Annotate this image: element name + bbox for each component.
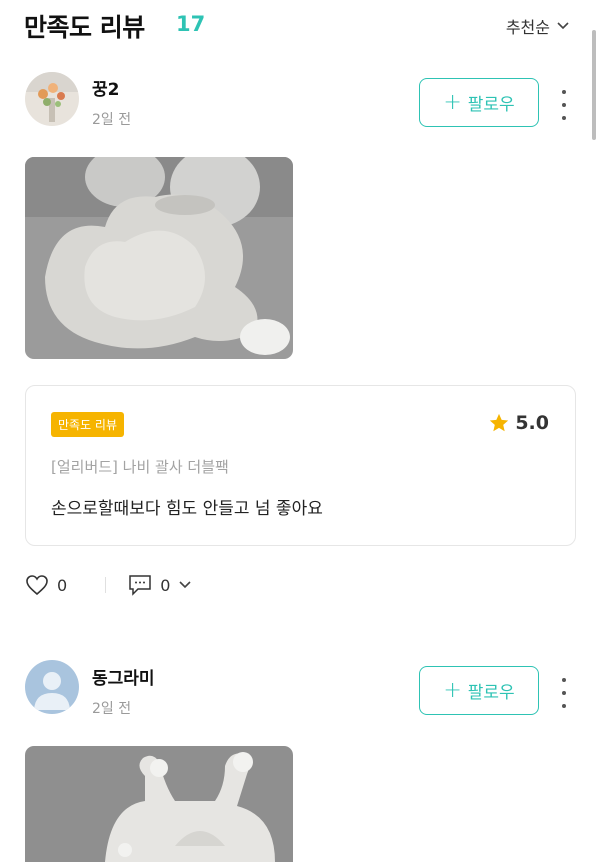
sort-label: 추천순 [505, 18, 550, 37]
review-photo[interactable] [25, 746, 293, 862]
default-avatar-icon [25, 660, 79, 714]
comment-icon [129, 575, 151, 596]
section-title: 만족도 리뷰 [24, 13, 145, 42]
more-options-icon[interactable] [556, 678, 572, 708]
product-name[interactable]: [얼리버드] 나비 괄사 더블팩 [51, 456, 229, 477]
plus-icon: + [443, 89, 462, 115]
sort-dropdown[interactable]: 추천순 [506, 14, 570, 38]
follow-label: 팔로우 [467, 683, 515, 703]
avatar[interactable] [25, 72, 79, 126]
follow-button[interactable]: + 팔로우 [419, 666, 539, 715]
comment-button[interactable]: 0 [128, 574, 192, 596]
review-photo[interactable] [25, 157, 293, 359]
follow-label: 팔로우 [467, 95, 515, 115]
more-options-icon[interactable] [556, 90, 572, 120]
review-date: 2일 전 [92, 701, 132, 717]
review-count: 17 [176, 12, 206, 36]
review-photo-image [25, 157, 293, 359]
username[interactable]: 꿍2 [92, 75, 119, 100]
review-card: 만족도 리뷰 5.0 [얼리버드] 나비 괄사 더블팩 손으로할때보다 힘도 안… [25, 385, 576, 546]
follow-button[interactable]: + 팔로우 [419, 78, 539, 127]
divider [105, 577, 107, 593]
star-icon [490, 413, 509, 432]
review-actions: 0 0 [25, 572, 192, 598]
chevron-down-icon [179, 581, 191, 589]
review-photo-image [25, 746, 293, 862]
plus-icon: + [443, 677, 462, 703]
rating-value: 5.0 [515, 412, 549, 434]
review-header: 만족도 리뷰 17 추천순 [0, 0, 600, 52]
comment-count: 0 [160, 575, 171, 595]
review-date: 2일 전 [92, 112, 132, 128]
chevron-down-icon [557, 22, 569, 30]
avatar[interactable] [25, 660, 79, 714]
like-count: 0 [57, 575, 68, 595]
scrollbar[interactable] [592, 30, 596, 140]
avatar-photo [25, 72, 79, 126]
rating: 5.0 [488, 412, 549, 434]
like-button[interactable]: 0 [25, 574, 67, 596]
satisfaction-badge: 만족도 리뷰 [51, 412, 125, 437]
username[interactable]: 동그라미 [92, 664, 155, 689]
review-text: 손으로할때보다 힘도 안들고 넘 좋아요 [51, 499, 323, 519]
heart-icon [26, 575, 48, 596]
